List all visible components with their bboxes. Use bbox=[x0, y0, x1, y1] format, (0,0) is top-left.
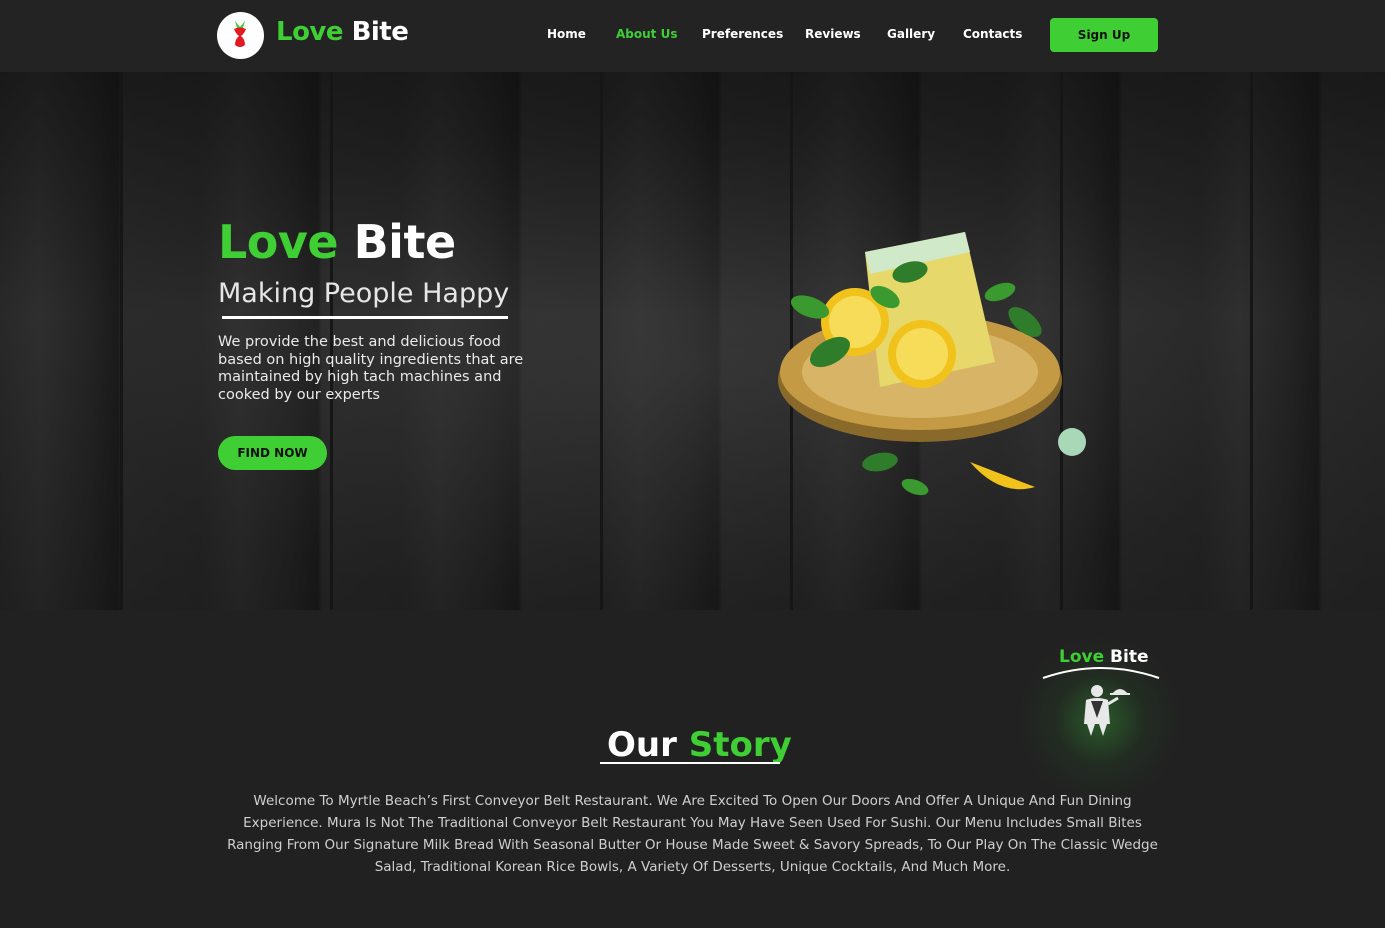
hero-subtitle: Making People Happy bbox=[218, 278, 510, 309]
lemon-cake-image bbox=[778, 232, 1086, 496]
hero-title-bite: Bite bbox=[353, 215, 457, 269]
wood-plank-divider bbox=[1250, 72, 1253, 610]
nav-preferences[interactable]: Preferences bbox=[702, 27, 783, 41]
hero-description: We provide the best and delicious food b… bbox=[218, 334, 524, 403]
story-heading-story: Story bbox=[688, 725, 792, 765]
waiter-icon bbox=[1042, 667, 1160, 736]
story-paragraph: Welcome To Myrtle Beach’s First Conveyor… bbox=[227, 793, 1158, 875]
hero-title-love: Love bbox=[218, 215, 339, 269]
wood-plank-divider bbox=[600, 72, 603, 610]
nav-menu: Home About Us Preferences Reviews Galler… bbox=[0, 27, 1385, 47]
find-now-button[interactable]: FIND NOW bbox=[218, 436, 327, 470]
nav-gallery[interactable]: Gallery bbox=[887, 27, 935, 41]
nav-home[interactable]: Home bbox=[547, 27, 586, 41]
sign-up-button[interactable]: Sign Up bbox=[1050, 18, 1158, 52]
hero-title: Love Bite bbox=[218, 215, 456, 269]
nav-contacts[interactable]: Contacts bbox=[963, 27, 1022, 41]
nav-about-us[interactable]: About Us bbox=[616, 27, 677, 41]
nav-reviews[interactable]: Reviews bbox=[805, 27, 861, 41]
story-badge-title: Love Bite bbox=[1059, 647, 1149, 667]
story-heading: Our Story bbox=[607, 725, 792, 765]
hero-subtitle-underline bbox=[222, 316, 508, 319]
top-navbar: Love Bite Home About Us Preferences Revi… bbox=[0, 0, 1385, 72]
badge-bite: Bite bbox=[1110, 647, 1149, 667]
hero-section: Love Bite Making People Happy We provide… bbox=[0, 72, 1385, 610]
story-heading-underline bbox=[600, 762, 780, 764]
story-heading-our: Our bbox=[607, 725, 677, 765]
wood-plank-divider bbox=[120, 72, 123, 610]
our-story-section: Love Bite Our Story Welcome To Myrtle Be… bbox=[0, 610, 1385, 928]
badge-love: Love bbox=[1059, 647, 1105, 667]
